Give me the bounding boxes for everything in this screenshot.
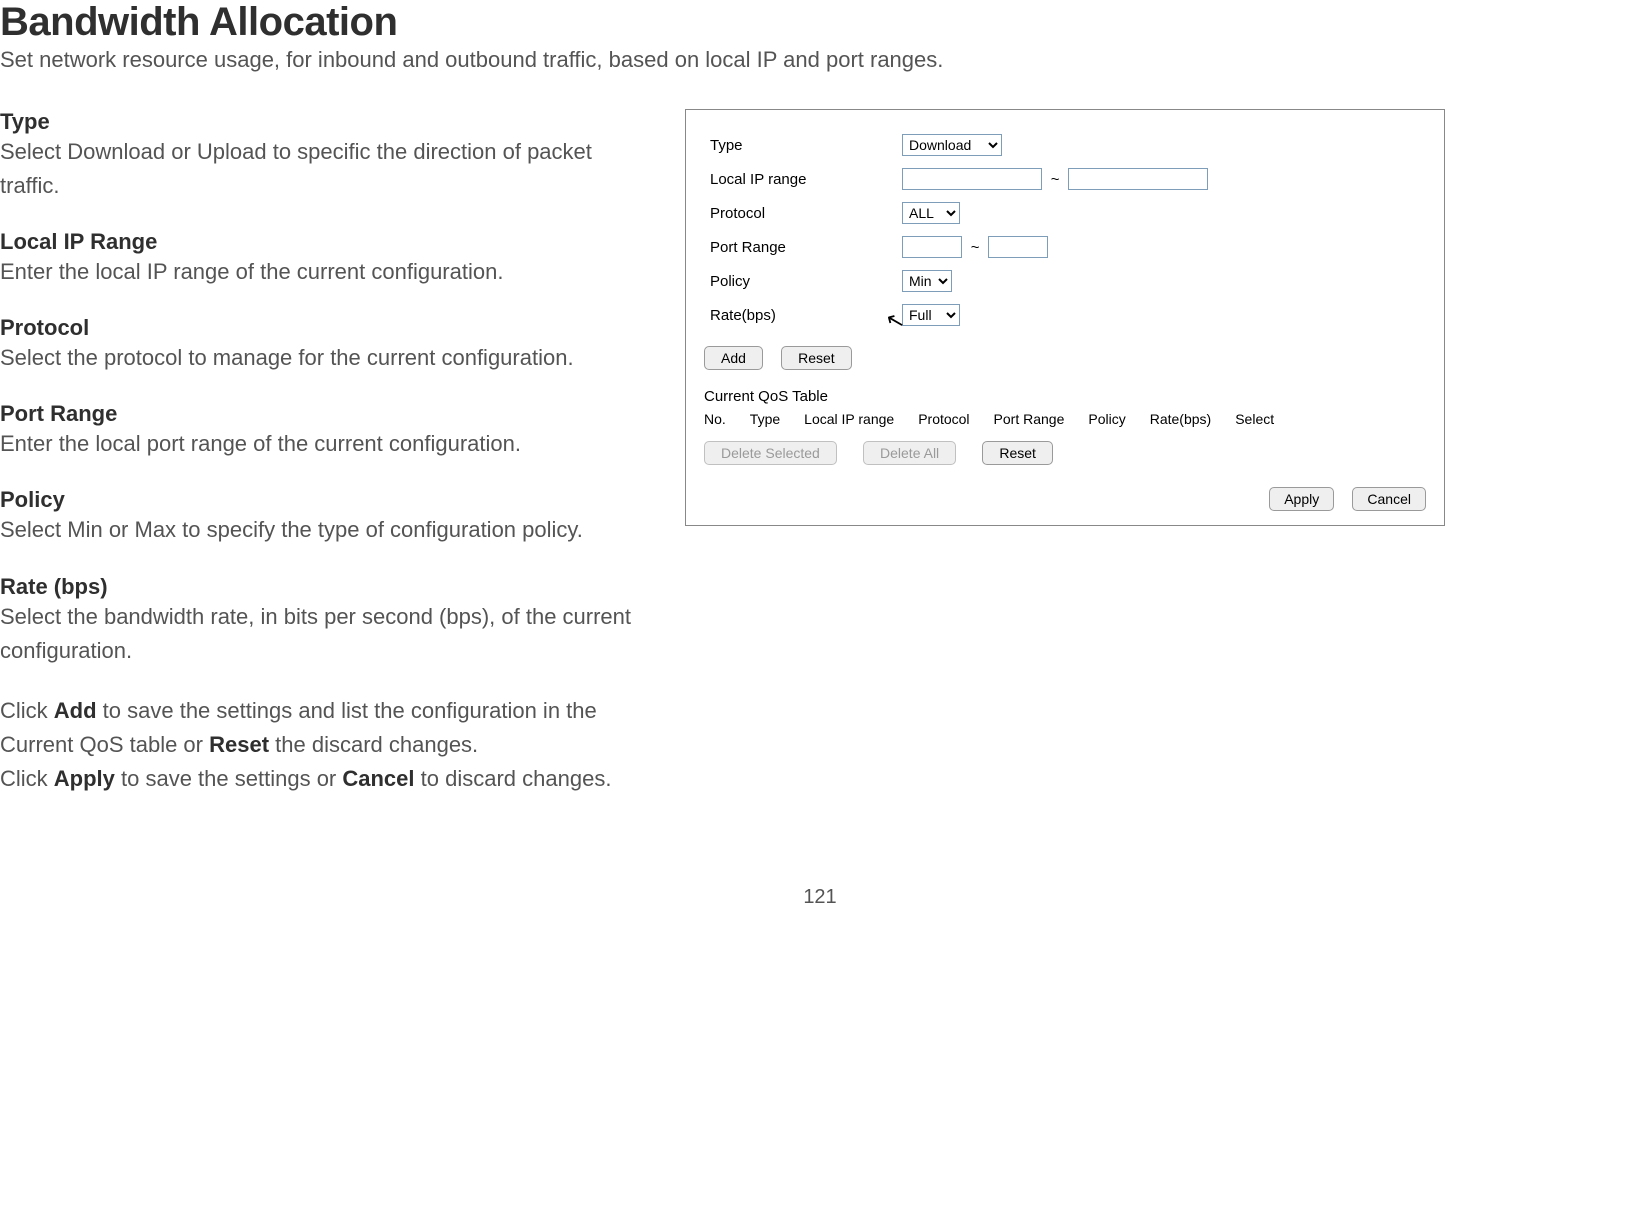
type-select[interactable]: Download (902, 134, 1002, 156)
desc-port-range: Port Range Enter the local port range of… (0, 401, 645, 461)
config-form-table: Type Download Local IP range ~ (704, 128, 1214, 332)
footer-line1-after: to save the settings and list the config… (97, 698, 597, 723)
cancel-button[interactable]: Cancel (1352, 487, 1426, 511)
page-number: 121 (0, 886, 1640, 909)
qos-col-protocol: Protocol (918, 411, 969, 427)
qos-table-buttons: Delete Selected Delete All Reset (704, 441, 1426, 465)
apply-button[interactable]: Apply (1269, 487, 1334, 511)
add-button[interactable]: Add (704, 346, 763, 370)
desc-protocol: Protocol Select the protocol to manage f… (0, 315, 645, 375)
page-subtitle: Set network resource usage, for inbound … (0, 47, 1640, 73)
desc-local-ip: Local IP Range Enter the local IP range … (0, 229, 645, 289)
panel-label-policy: Policy (704, 264, 896, 298)
qos-col-portrange: Port Range (994, 411, 1065, 427)
desc-protocol-text: Select the protocol to manage for the cu… (0, 341, 645, 375)
desc-rate-text: Select the bandwidth rate, in bits per s… (0, 600, 645, 668)
qos-col-policy: Policy (1088, 411, 1125, 427)
field-descriptions: Type Select Download or Upload to specif… (0, 109, 645, 818)
panel-label-protocol: Protocol (704, 196, 896, 230)
footer-line3-after: to discard changes. (415, 766, 612, 791)
footer-reset-bold: Reset (209, 732, 269, 757)
delete-all-button[interactable]: Delete All (863, 441, 956, 465)
panel-label-rate: Rate(bps) (704, 298, 896, 332)
port-from-input[interactable] (902, 236, 962, 258)
footer-click1: Click (0, 698, 54, 723)
page-title: Bandwidth Allocation (0, 0, 1640, 45)
tilde-separator: ~ (1046, 171, 1064, 188)
policy-select[interactable]: Min (902, 270, 952, 292)
tilde-separator-2: ~ (966, 239, 984, 256)
desc-protocol-label: Protocol (0, 315, 645, 341)
ip-from-input[interactable] (902, 168, 1042, 190)
panel-label-port-range: Port Range (704, 230, 896, 264)
desc-rate: Rate (bps) Select the bandwidth rate, in… (0, 574, 645, 668)
protocol-select[interactable]: ALL (902, 202, 960, 224)
rate-select[interactable]: Full (902, 304, 960, 326)
footer-line3-mid: to save the settings or (115, 766, 342, 791)
footer-add-bold: Add (54, 698, 97, 723)
desc-policy-text: Select Min or Max to specify the type of… (0, 513, 645, 547)
reset-button[interactable]: Reset (781, 346, 852, 370)
desc-type-text: Select Download or Upload to specific th… (0, 135, 645, 203)
footer-paragraph: Click Add to save the settings and list … (0, 694, 645, 796)
qos-col-no: No. (704, 411, 726, 427)
footer-line2-after: the discard changes. (269, 732, 478, 757)
qos-col-type: Type (750, 411, 780, 427)
panel-label-local-ip: Local IP range (704, 162, 896, 196)
panel-top-buttons: Add Reset (704, 346, 1426, 370)
port-to-input[interactable] (988, 236, 1048, 258)
panel-label-type: Type (704, 128, 896, 162)
footer-apply-bold: Apply (54, 766, 115, 791)
desc-port-range-label: Port Range (0, 401, 645, 427)
desc-type-label: Type (0, 109, 645, 135)
desc-policy-label: Policy (0, 487, 645, 513)
delete-selected-button[interactable]: Delete Selected (704, 441, 837, 465)
desc-port-range-text: Enter the local port range of the curren… (0, 427, 645, 461)
desc-local-ip-label: Local IP Range (0, 229, 645, 255)
qos-table-header: No. Type Local IP range Protocol Port Ra… (704, 411, 1426, 427)
qos-table-title: Current QoS Table (704, 388, 1426, 405)
footer-cancel-bold: Cancel (342, 766, 414, 791)
table-reset-button[interactable]: Reset (982, 441, 1053, 465)
desc-rate-label: Rate (bps) (0, 574, 645, 600)
footer-line2-before: Current QoS table or (0, 732, 209, 757)
desc-policy: Policy Select Min or Max to specify the … (0, 487, 645, 547)
footer-line3-before: Click (0, 766, 54, 791)
qos-col-select: Select (1235, 411, 1274, 427)
desc-local-ip-text: Enter the local IP range of the current … (0, 255, 645, 289)
qos-col-localip: Local IP range (804, 411, 894, 427)
ip-to-input[interactable] (1068, 168, 1208, 190)
qos-col-rate: Rate(bps) (1150, 411, 1211, 427)
config-panel: Type Download Local IP range ~ (685, 109, 1445, 526)
desc-type: Type Select Download or Upload to specif… (0, 109, 645, 203)
panel-bottom-actions: Apply Cancel (704, 487, 1426, 511)
